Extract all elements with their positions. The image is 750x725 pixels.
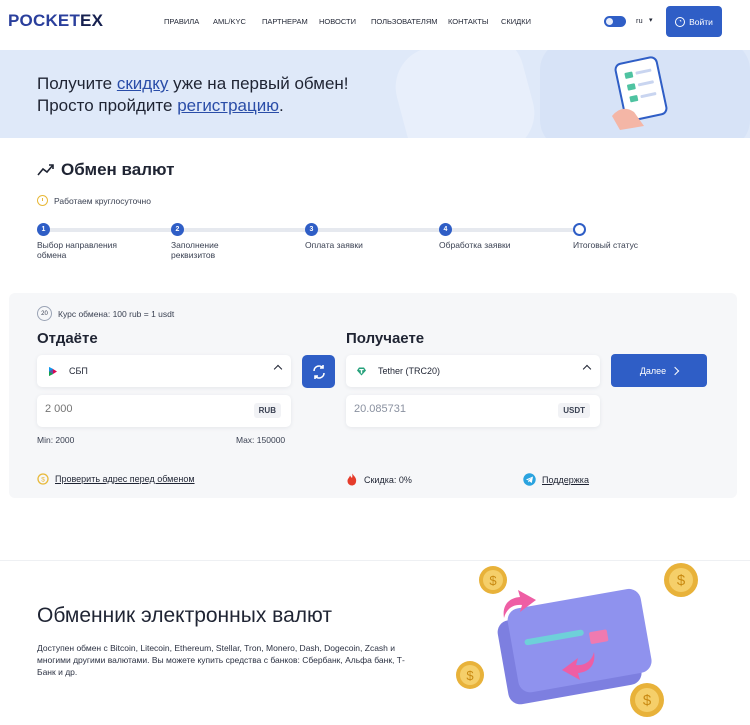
language-select[interactable]: ru <box>636 16 643 25</box>
nav-contacts[interactable]: КОНТАКТЫ <box>448 17 501 26</box>
check-address-label: Проверить адрес перед обменом <box>55 474 195 484</box>
step-label: Обработка заявки <box>439 240 511 250</box>
coin-icon: $ <box>37 473 49 485</box>
svg-text:$: $ <box>677 572 686 589</box>
get-title: Получаете <box>346 330 425 347</box>
discount-info: Скидка: 0% <box>346 473 412 486</box>
step-3: 3 Оплата заявки <box>305 223 415 250</box>
about-text: Доступен обмен с Bitcoin, Litecoin, Ethe… <box>37 643 405 677</box>
power-icon: ◔ <box>675 16 686 27</box>
chevron-right-icon <box>670 366 680 375</box>
nav-discounts[interactable]: СКИДКИ <box>501 17 541 26</box>
logo[interactable]: POCKETEX <box>8 11 103 31</box>
min-amount: Min: 2000 <box>37 435 75 445</box>
refresh-icon <box>312 364 325 379</box>
check-address-link[interactable]: $ Проверить адрес перед обменом <box>37 473 195 485</box>
next-button-label: Далее <box>639 365 667 376</box>
nav-aml-kyc[interactable]: AML/KYC <box>213 17 262 26</box>
rate-text: Курс обмена: 100 rub = 1 usdt <box>58 308 175 319</box>
header: POCKETEX ПРАВИЛА AML/KYC ПАРТНЕРАМ НОВОС… <box>0 0 750 44</box>
registration-link[interactable]: регистрацию <box>177 96 279 115</box>
logo-main-text: POCKET <box>8 11 81 30</box>
login-label: Войти <box>689 16 713 27</box>
trend-icon <box>37 164 54 176</box>
give-unit-badge: RUB <box>253 403 281 418</box>
rate-timer-badge: 20 <box>37 306 52 321</box>
banner-text-part: Получите <box>37 74 117 93</box>
working-hours-text: Работаем круглосуточно <box>54 195 151 206</box>
step-label: Итоговый статус <box>573 240 638 250</box>
toggle-knob <box>606 18 613 25</box>
banner-text-part: уже на первый обмен! <box>168 74 349 93</box>
sbp-icon <box>49 366 57 376</box>
svg-text:$: $ <box>489 573 497 588</box>
tether-icon <box>357 367 366 375</box>
fire-icon <box>347 473 357 486</box>
give-currency-select[interactable]: СБП <box>37 355 291 387</box>
banner-text: Получите скидку уже на первый обмен! Про… <box>37 73 349 117</box>
svg-text:$: $ <box>466 668 474 683</box>
discount-label: Скидка: 0% <box>364 474 412 485</box>
step-2: 2 Заполнение реквизитов <box>171 223 241 260</box>
step-number: 4 <box>439 223 452 236</box>
banner-line-2: Просто пройдите регистрацию. <box>37 95 349 117</box>
step-label: Заполнение реквизитов <box>171 240 219 260</box>
about-title: Обменник электронных валют <box>37 604 332 627</box>
nav-rules[interactable]: ПРАВИЛА <box>164 17 213 26</box>
logo-accent-text: EX <box>80 11 104 30</box>
step-label: Оплата заявки <box>305 240 363 250</box>
banner-text-part: . <box>279 96 284 115</box>
nav-partners[interactable]: ПАРТНЕРАМ <box>262 17 319 26</box>
step-final-dot <box>573 223 586 236</box>
get-currency-label: Tether (TRC20) <box>378 366 441 376</box>
clock-icon <box>37 195 48 206</box>
max-amount: Max: 150000 <box>236 435 286 445</box>
step-number: 1 <box>37 223 50 236</box>
give-amount-input[interactable] <box>45 403 225 415</box>
swap-currencies-button[interactable] <box>302 355 335 388</box>
theme-toggle[interactable] <box>604 16 626 27</box>
give-currency-label: СБП <box>69 366 88 376</box>
give-title: Отдаёте <box>37 330 98 347</box>
discount-link[interactable]: скидку <box>117 74 168 93</box>
next-button[interactable]: Далее <box>611 354 707 387</box>
step-number: 3 <box>305 223 318 236</box>
main-nav: ПРАВИЛА AML/KYC ПАРТНЕРАМ НОВОСТИ ПОЛЬЗО… <box>164 17 541 26</box>
get-amount-input[interactable] <box>354 403 534 415</box>
support-label: Поддержка <box>542 474 589 485</box>
get-amount-field: USDT <box>346 395 600 427</box>
svg-text:$: $ <box>41 477 45 484</box>
chevron-up-icon <box>273 364 283 374</box>
telegram-icon <box>523 473 536 486</box>
support-link[interactable]: Поддержка <box>523 473 589 486</box>
step-5: Итоговый статус <box>573 223 683 250</box>
banner-text-part: Просто пройдите <box>37 96 178 115</box>
phone-checklist-illustration <box>612 56 668 130</box>
step-label: Выбор направления обмена <box>37 240 117 260</box>
give-amount-field: RUB <box>37 395 291 427</box>
get-currency-select[interactable]: Tether (TRC20) <box>346 355 600 387</box>
login-button[interactable]: ◔ Войти <box>666 6 722 37</box>
chevron-up-icon <box>582 364 592 374</box>
step-1: 1 Выбор направления обмена <box>37 223 132 260</box>
step-4: 4 Обработка заявки <box>439 223 549 250</box>
percent-decoration <box>386 50 544 138</box>
svg-text:$: $ <box>643 692 652 709</box>
page-title: Обмен валют <box>61 160 175 179</box>
exchange-rate: 20 Курс обмена: 100 rub = 1 usdt <box>37 306 174 321</box>
working-hours: Работаем круглосуточно <box>37 195 151 206</box>
banner-line-1: Получите скидку уже на первый обмен! <box>37 73 349 95</box>
get-unit-badge: USDT <box>558 403 590 418</box>
cards-coins-illustration: $ $ $ $ <box>456 563 698 717</box>
nav-users[interactable]: ПОЛЬЗОВАТЕЛЯМ <box>371 17 448 26</box>
step-number: 2 <box>171 223 184 236</box>
nav-news[interactable]: НОВОСТИ <box>319 17 371 26</box>
caret-down-icon[interactable]: ▾ <box>649 16 653 24</box>
exchange-header: Обмен валют <box>37 160 174 180</box>
